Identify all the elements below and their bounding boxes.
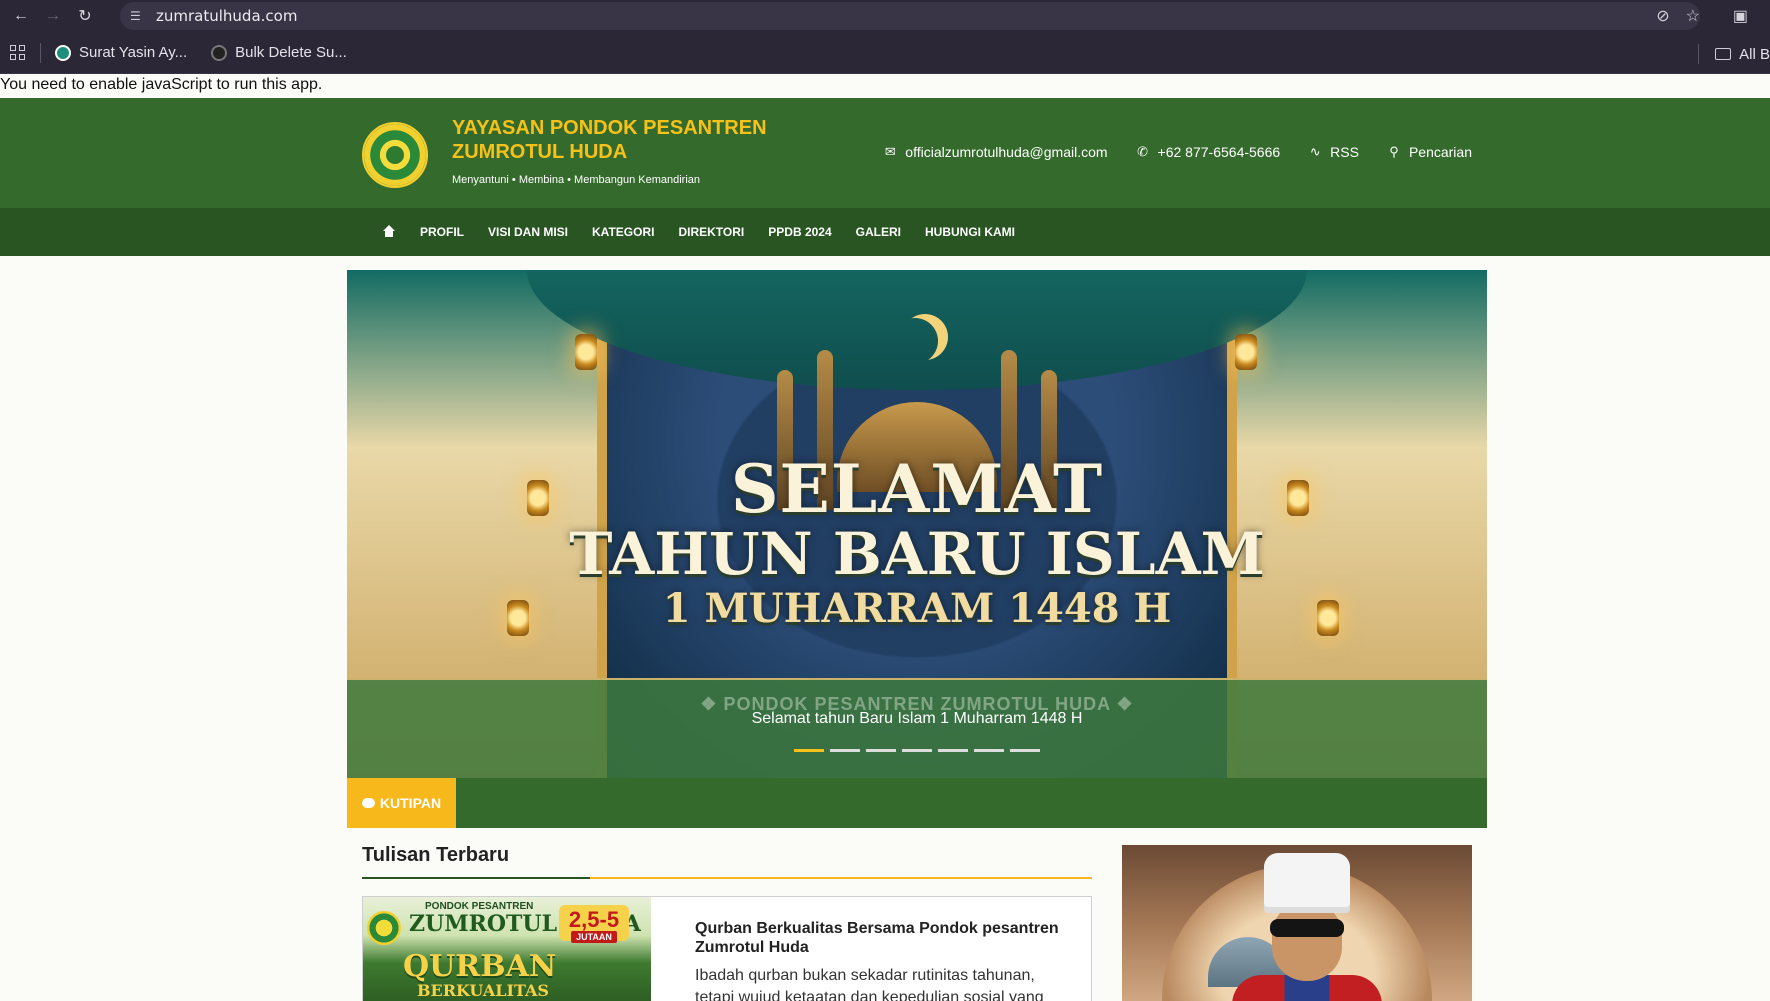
- thumbnail-price-badge: 2,5-5 JUTAAN: [559, 905, 629, 943]
- envelope-icon: ✉: [884, 144, 896, 159]
- site-title-line1: YAYASAN PONDOK PESANTREN: [452, 117, 767, 139]
- extensions-icon[interactable]: ▣: [1733, 6, 1748, 26]
- slider-indicators: [794, 749, 1040, 752]
- site-title-line2: ZUMROTUL HUDA: [452, 141, 628, 163]
- slider-dot-1[interactable]: [794, 749, 824, 752]
- rss-link[interactable]: ∿ RSS: [1308, 144, 1359, 160]
- crescent-moon-icon: [892, 318, 938, 364]
- rss-icon: ∿: [1309, 144, 1321, 159]
- email-text: officialzumrotulhuda@gmail.com: [905, 144, 1108, 160]
- browser-toolbar: ← → ↻ ☰ zumratulhuda.com ⊘ ☆ ▣: [0, 0, 1770, 32]
- main-navigation: PROFIL VISI DAN MISI KATEGORI DIREKTORI …: [0, 208, 1770, 256]
- slider-dot-4[interactable]: [902, 749, 932, 752]
- section-title-latest: Tulisan Terbaru: [362, 844, 510, 866]
- search-icon: ⚲: [1389, 144, 1399, 159]
- nav-direktori[interactable]: DIREKTORI: [678, 225, 744, 239]
- nav-visi-dan-misi[interactable]: VISI DAN MISI: [488, 225, 568, 239]
- banner-text-line3: 1 MUHARRAM 1448 H: [662, 585, 1172, 632]
- slider-dot-2[interactable]: [830, 749, 860, 752]
- photo-person-head: [1272, 901, 1342, 981]
- slider-dot-5[interactable]: [938, 749, 968, 752]
- quote-ticker: KUTIPAN: [347, 778, 1487, 828]
- all-bookmarks-button[interactable]: All B: [1698, 44, 1770, 64]
- site-logo[interactable]: [362, 122, 428, 188]
- search-link[interactable]: ⚲ Pencarian: [1387, 144, 1472, 160]
- photo-person-sunglasses: [1270, 919, 1344, 937]
- back-icon[interactable]: ←: [10, 5, 32, 27]
- banner-text-line2: TAHUN BARU ISLAM: [569, 520, 1265, 588]
- slider-dot-3[interactable]: [866, 749, 896, 752]
- bookmark-surat-yasin[interactable]: Surat Yasin Ay...: [55, 44, 187, 61]
- nav-home[interactable]: [382, 225, 396, 238]
- noscript-message: You need to enable javaScript to run thi…: [0, 76, 323, 93]
- post-title[interactable]: Qurban Berkualitas Bersama Pondok pesant…: [695, 919, 1075, 957]
- post-card[interactable]: PONDOK PESANTREN ZUMROTUL HUDA QURBAN BE…: [362, 896, 1092, 1001]
- site-info-icon[interactable]: ☰: [130, 9, 146, 23]
- slide-caption: Selamat tahun Baru Islam 1 Muharram 1448…: [751, 710, 1083, 727]
- slider-dot-7[interactable]: [1010, 749, 1040, 752]
- slide-caption-band: [347, 678, 1487, 778]
- bookmark-label: Bulk Delete Su...: [235, 44, 347, 61]
- bookmark-bulk-delete[interactable]: Bulk Delete Su...: [211, 44, 347, 61]
- home-icon: [382, 225, 396, 238]
- nav-profil[interactable]: PROFIL: [420, 225, 464, 239]
- post-excerpt: Ibadah qurban bukan sekadar rutinitas ta…: [695, 967, 1044, 1001]
- email-link[interactable]: ✉ officialzumrotulhuda@gmail.com: [883, 144, 1108, 160]
- lantern-icon: [575, 334, 597, 370]
- phone-text: +62 877-6564-5666: [1157, 144, 1281, 160]
- folder-icon: [1715, 48, 1732, 60]
- bookmarks-divider: [40, 42, 41, 63]
- thumbnail-logo: [367, 911, 401, 945]
- site-tagline: Menyantuni • Membina • Membangun Kemandi…: [452, 174, 700, 186]
- nav-ppdb-2024[interactable]: PPDB 2024: [768, 225, 831, 239]
- bookmarks-divider: [1698, 44, 1700, 64]
- phone-link[interactable]: ✆ +62 877-6564-5666: [1136, 144, 1281, 160]
- github-icon: [211, 44, 228, 61]
- star-icon[interactable]: ☆: [1686, 6, 1700, 26]
- section-title-divider: [362, 877, 1092, 879]
- nav-galeri[interactable]: GALERI: [856, 225, 901, 239]
- post-thumbnail[interactable]: PONDOK PESANTREN ZUMROTUL HUDA QURBAN BE…: [363, 897, 651, 1001]
- forward-icon[interactable]: →: [42, 5, 64, 27]
- header-contacts: ✉ officialzumrotulhuda@gmail.com ✆ +62 8…: [883, 144, 1472, 160]
- slider-dot-6[interactable]: [974, 749, 1004, 752]
- bookmarks-bar: Surat Yasin Ay... Bulk Delete Su... All …: [0, 32, 1770, 74]
- site-title[interactable]: YAYASAN PONDOK PESANTREN ZUMROTUL HUDA: [452, 116, 767, 164]
- bookmark-label: Surat Yasin Ay...: [79, 44, 188, 61]
- photo-person-cap: [1264, 853, 1350, 913]
- quote-tag-label: KUTIPAN: [379, 795, 442, 811]
- thumbnail-price-unit: JUTAAN: [571, 931, 617, 943]
- nav-hubungi-kami[interactable]: HUBUNGI KAMI: [925, 225, 1015, 239]
- all-bookmarks-label: All B: [1739, 45, 1770, 63]
- thumbnail-price: 2,5-5: [568, 907, 620, 932]
- phone-icon: ✆: [1137, 144, 1148, 159]
- comments-icon: [361, 798, 375, 808]
- search-text: Pencarian: [1408, 144, 1472, 160]
- lantern-icon: [1235, 334, 1257, 370]
- reload-icon[interactable]: ↻: [74, 5, 96, 27]
- apps-icon[interactable]: [10, 44, 26, 61]
- url-text: zumratulhuda.com: [156, 7, 298, 25]
- rss-text: RSS: [1330, 144, 1359, 160]
- eye-off-icon[interactable]: ⊘: [1656, 6, 1669, 26]
- address-bar[interactable]: ☰ zumratulhuda.com: [120, 2, 1700, 30]
- sidebar-profile-photo: [1122, 845, 1472, 1001]
- thumbnail-text-3: QURBAN: [403, 949, 557, 984]
- bookmark-favicon-icon: [55, 44, 71, 61]
- hero-slider[interactable]: SELAMAT TAHUN BARU ISLAM 1 MUHARRAM 1448…: [347, 270, 1487, 778]
- banner-text-line1: SELAMAT: [730, 450, 1104, 528]
- quote-tag: KUTIPAN: [347, 778, 456, 828]
- site-header: YAYASAN PONDOK PESANTREN ZUMROTUL HUDA M…: [0, 98, 1770, 208]
- nav-kategori[interactable]: KATEGORI: [592, 225, 654, 239]
- thumbnail-text-4: BERKUALITAS: [417, 981, 549, 1000]
